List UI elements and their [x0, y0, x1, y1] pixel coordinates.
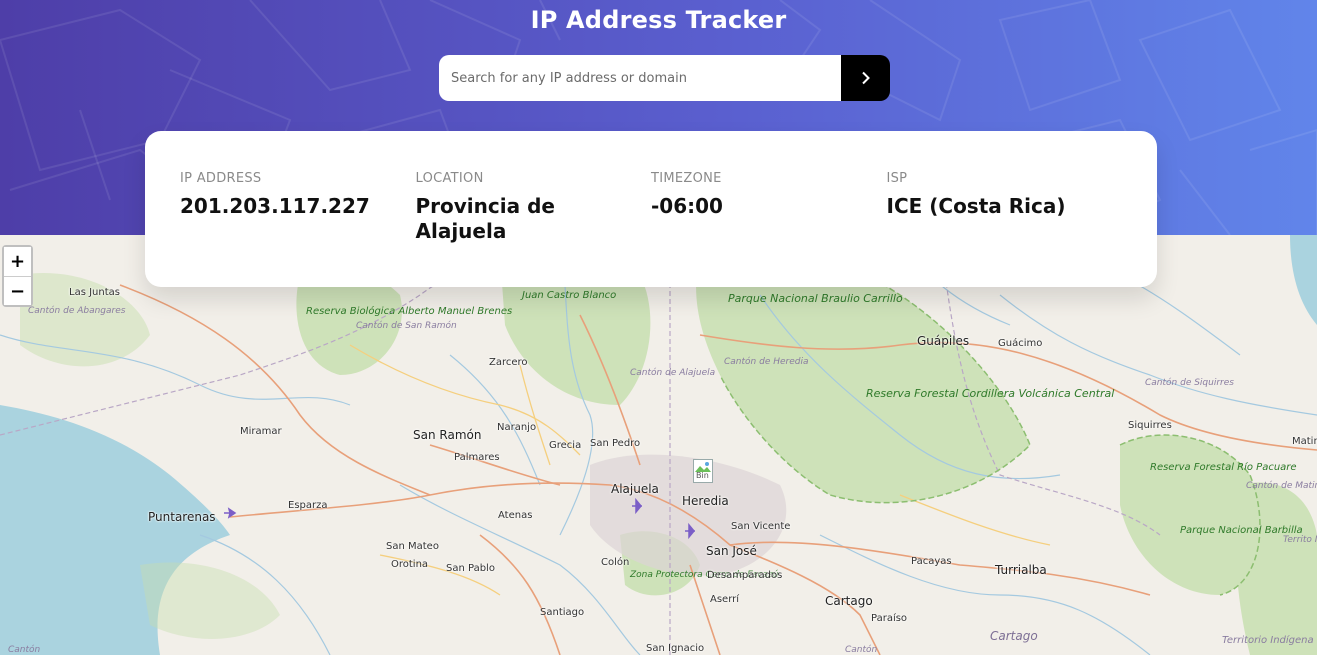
map-label-reserva-pacuare: Reserva Forestal Río Pacuare [1150, 462, 1297, 473]
map-label-juan-castro: Juan Castro Blanco [522, 290, 617, 301]
map-label-grecia: Grecia [549, 440, 582, 451]
map-label-turrialba: Turrialba [995, 563, 1047, 577]
map-label-miramar: Miramar [240, 426, 282, 437]
map[interactable]: Bin Las Juntas Cantón de Abangares Reser… [0, 235, 1317, 655]
map-label-territorio-cabecar: Territo Indíge Cabéc de Ba Chirrip [1283, 535, 1317, 545]
map-label-escazu: Zona Protectora Cerro de Escazú [630, 570, 779, 580]
map-label-santiago: Santiago [540, 607, 585, 618]
ip-info-card: IP ADDRESS 201.203.117.227 LOCATION Prov… [145, 131, 1157, 287]
map-label-canton-heredia: Cantón de Heredia [724, 357, 809, 367]
map-label-canton-siquirres: Cantón de Siquirres [1145, 378, 1234, 388]
map-label-san-mateo: San Mateo [386, 541, 439, 552]
map-label-canton-matina: Cantón de Matina [1246, 481, 1317, 491]
map-label-matina: Matin [1292, 436, 1317, 447]
isp-section: ISP ICE (Costa Rica) [887, 171, 1123, 287]
search-submit-button[interactable] [841, 55, 890, 101]
map-label-heredia: Heredia [682, 494, 729, 508]
marker-alt-text: Bin [696, 471, 709, 480]
map-label-canton-alajuela: Cantón de Alajuela [630, 368, 716, 378]
map-label-canton-san-ramon: Cantón de San Ramón [356, 321, 457, 332]
map-label-braulio: Parque Nacional Braulio Carrillo [728, 292, 903, 306]
map-label-pacayas: Pacayas [911, 556, 952, 567]
map-label-barbilla: Parque Nacional Barbilla [1180, 525, 1303, 536]
timezone-section: TIMEZONE -06:00 [651, 171, 887, 287]
map-label-atenas: Atenas [498, 510, 533, 521]
map-label-siquirres: Siquirres [1128, 420, 1172, 431]
map-label-zarcero: Zarcero [489, 357, 528, 368]
chevron-right-icon [862, 71, 870, 85]
page-title: IP Address Tracker [530, 6, 787, 34]
map-label-cartago-region: Cartago [990, 629, 1038, 643]
isp-label: ISP [886, 171, 908, 186]
location-section: LOCATION Provincia de Alajuela [416, 171, 652, 287]
zoom-out-button[interactable]: − [4, 276, 31, 305]
map-label-aserri: Aserrí [710, 594, 740, 605]
map-label-canton-bottom-mid: Cantón [845, 645, 878, 655]
search-bar [439, 55, 890, 101]
map-label-guapiles: Guápiles [917, 334, 970, 348]
map-label-canton-bottom-left: Cantón [8, 645, 41, 655]
zoom-controls: + − [2, 245, 33, 307]
ip-address-value: 201.203.117.227 [180, 194, 370, 218]
timezone-label: TIMEZONE [651, 171, 722, 186]
map-label-alajuela: Alajuela [611, 482, 659, 496]
map-label-naranjo: Naranjo [497, 422, 537, 433]
map-label-territorio-indigena: Territorio Indígena [1222, 635, 1314, 646]
map-label-san-pablo: San Pablo [446, 563, 495, 574]
map-label-orotina: Orotina [391, 559, 429, 570]
map-label-guacimo: Guácimo [998, 338, 1043, 349]
zoom-in-button[interactable]: + [4, 247, 31, 276]
map-label-desamparados: Desamparados [707, 570, 783, 581]
map-label-san-ignacio: San Ignacio [646, 643, 705, 654]
map-label-reserva-alberto: Reserva Biológica Alberto Manuel Brenes [306, 306, 512, 319]
map-label-reserva-central: Reserva Forestal Cordillera Volcánica Ce… [866, 387, 1114, 400]
ip-address-section: IP ADDRESS 201.203.117.227 [180, 171, 416, 287]
ip-address-label: IP ADDRESS [180, 171, 262, 186]
location-marker-icon[interactable]: Bin [693, 459, 713, 483]
map-label-palmares: Palmares [454, 452, 500, 463]
map-label-san-pedro: San Pedro [590, 438, 641, 449]
search-input[interactable] [439, 55, 841, 101]
map-label-puntarenas: Puntarenas [148, 510, 216, 524]
map-label-san-ramon: San Ramón [413, 428, 482, 442]
timezone-value: -06:00 [651, 194, 723, 218]
map-label-paraiso: Paraíso [871, 613, 908, 624]
location-value: Provincia de Alajuela [415, 194, 555, 243]
isp-value: ICE (Costa Rica) [886, 194, 1066, 218]
map-label-las-juntas: Las Juntas [69, 287, 120, 298]
map-label-esparza: Esparza [288, 500, 328, 511]
map-tiles [0, 235, 1317, 655]
map-label-colon: Colón [601, 557, 630, 568]
map-label-san-jose: San José [706, 544, 757, 558]
map-label-canton-abangares: Cantón de Abangares [28, 306, 126, 316]
location-label: LOCATION [415, 171, 484, 186]
map-label-san-vicente: San Vicente [731, 521, 791, 532]
map-label-cartago: Cartago [825, 594, 873, 608]
